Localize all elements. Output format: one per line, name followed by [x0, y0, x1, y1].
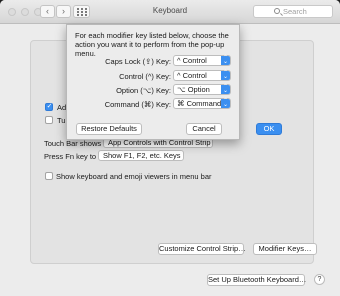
cancel-button[interactable]: Cancel — [186, 123, 222, 135]
sheet-instructions: For each modifier key listed below, choo… — [75, 31, 229, 58]
control-key-value: ^ Control — [177, 71, 207, 80]
caps-lock-key-popup[interactable]: ^ Control ⌃ ⌄ — [173, 55, 231, 66]
option-key-label: Option (⌥) Key: — [116, 86, 171, 95]
caps-lock-key-value: ^ Control — [177, 56, 207, 65]
customize-control-strip-button[interactable]: Customize Control Strip… — [158, 243, 246, 255]
touch-bar-shows-label: Touch Bar shows — [44, 139, 102, 148]
modifier-keys-sheet: For each modifier key listed below, choo… — [66, 24, 282, 140]
command-key-value: ⌘ Command — [177, 99, 222, 108]
caps-lock-row: Caps Lock (⇪) Key: ^ Control ⌃ ⌄ — [67, 55, 241, 67]
search-icon — [274, 8, 280, 14]
set-up-bluetooth-keyboard-button[interactable]: Set Up Bluetooth Keyboard… — [207, 274, 306, 286]
help-button[interactable]: ? — [314, 274, 325, 285]
option-key-popup[interactable]: ⌥ Option ⌃ ⌄ — [173, 84, 231, 95]
control-key-label: Control (^) Key: — [119, 72, 171, 81]
option-key-value: ⌥ Option — [177, 85, 210, 94]
show-viewers-checkbox[interactable] — [45, 172, 53, 180]
ok-button[interactable]: OK — [256, 123, 282, 135]
up-down-chevrons-icon: ⌃ ⌄ — [221, 98, 230, 108]
press-fn-key-label: Press Fn key to — [44, 152, 97, 161]
option-row: Option (⌥) Key: ⌥ Option ⌃ ⌄ — [67, 84, 241, 96]
up-down-chevrons-icon: ⌃ ⌄ — [221, 84, 230, 94]
control-row: Control (^) Key: ^ Control ⌃ ⌄ — [67, 70, 241, 82]
caps-lock-key-label: Caps Lock (⇪) Key: — [105, 57, 171, 66]
search-placeholder: Search — [283, 7, 307, 16]
modifier-keys-button[interactable]: Modifier Keys… — [253, 243, 317, 255]
up-down-chevrons-icon: ⌃ ⌄ — [221, 55, 230, 65]
command-key-popup[interactable]: ⌘ Command ⌃ ⌄ — [173, 98, 231, 109]
turn-backlight-off-checkbox[interactable] — [45, 116, 53, 124]
restore-defaults-button[interactable]: Restore Defaults — [76, 123, 142, 135]
command-key-label: Command (⌘) Key: — [104, 100, 171, 109]
control-key-popup[interactable]: ^ Control ⌃ ⌄ — [173, 70, 231, 81]
adjust-brightness-checkbox[interactable] — [45, 102, 53, 112]
up-down-chevrons-icon: ⌃ ⌄ — [221, 70, 230, 80]
show-viewers-label: Show keyboard and emoji viewers in menu … — [56, 172, 212, 181]
command-row: Command (⌘) Key: ⌘ Command ⌃ ⌄ — [67, 98, 241, 110]
title-bar: ‹ › Keyboard Search — [0, 0, 340, 24]
press-fn-key-popup[interactable]: Show F1, F2, etc. Keys — [98, 150, 184, 161]
search-field[interactable]: Search — [253, 5, 333, 18]
preferences-window: ‹ › Keyboard Search Adj Tur Touch Bar sh… — [0, 0, 340, 296]
